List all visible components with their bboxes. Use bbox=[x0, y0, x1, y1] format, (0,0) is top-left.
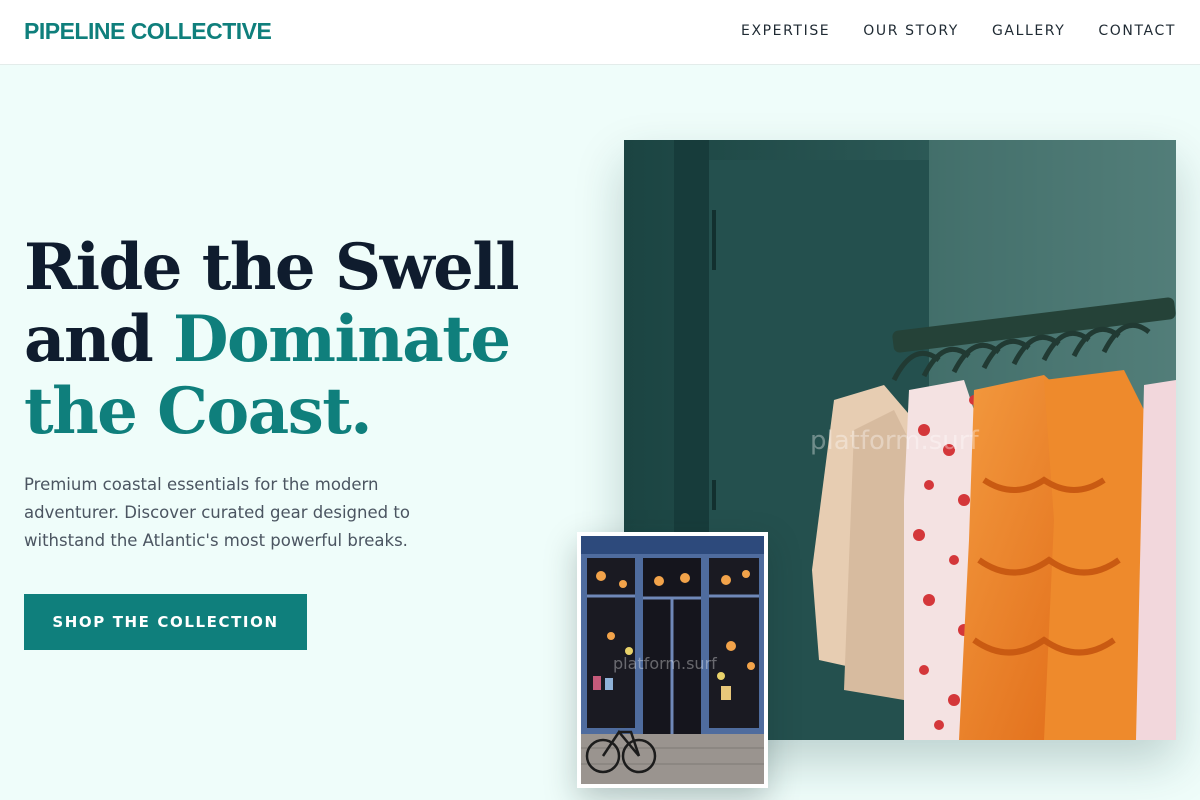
headline-line-2: and Dominate bbox=[24, 304, 584, 376]
headline-line-3: the Coast. bbox=[24, 374, 373, 449]
nav-item-our-story[interactable]: OUR STORY bbox=[863, 23, 959, 39]
nav-item-contact[interactable]: CONTACT bbox=[1098, 23, 1176, 39]
hero-subtitle: Premium coastal essentials for the moder… bbox=[24, 475, 410, 550]
shop-collection-button[interactable]: SHOP THE COLLECTION bbox=[24, 594, 307, 650]
site-header: PIPELINE COLLECTIVE EXPERTISE OUR STORY … bbox=[0, 0, 1200, 65]
nav-item-gallery[interactable]: GALLERY bbox=[992, 23, 1065, 39]
main-nav: EXPERTISE OUR STORY GALLERY CONTACT bbox=[741, 23, 1176, 39]
nav-item-expertise[interactable]: EXPERTISE bbox=[741, 23, 830, 39]
hero-headline: Ride the Swell and Dominate the Coast. bbox=[24, 232, 584, 448]
headline-line-1: Ride the Swell bbox=[24, 230, 520, 305]
storefront-image-card: platform.surf bbox=[577, 532, 768, 788]
headline-line-2-plain: and bbox=[24, 302, 174, 377]
storefront-illustration bbox=[581, 536, 764, 784]
brand-logo[interactable]: PIPELINE COLLECTIVE bbox=[24, 18, 272, 45]
storefront-image: platform.surf bbox=[581, 536, 764, 784]
headline-accent-word: Dominate bbox=[173, 302, 511, 377]
